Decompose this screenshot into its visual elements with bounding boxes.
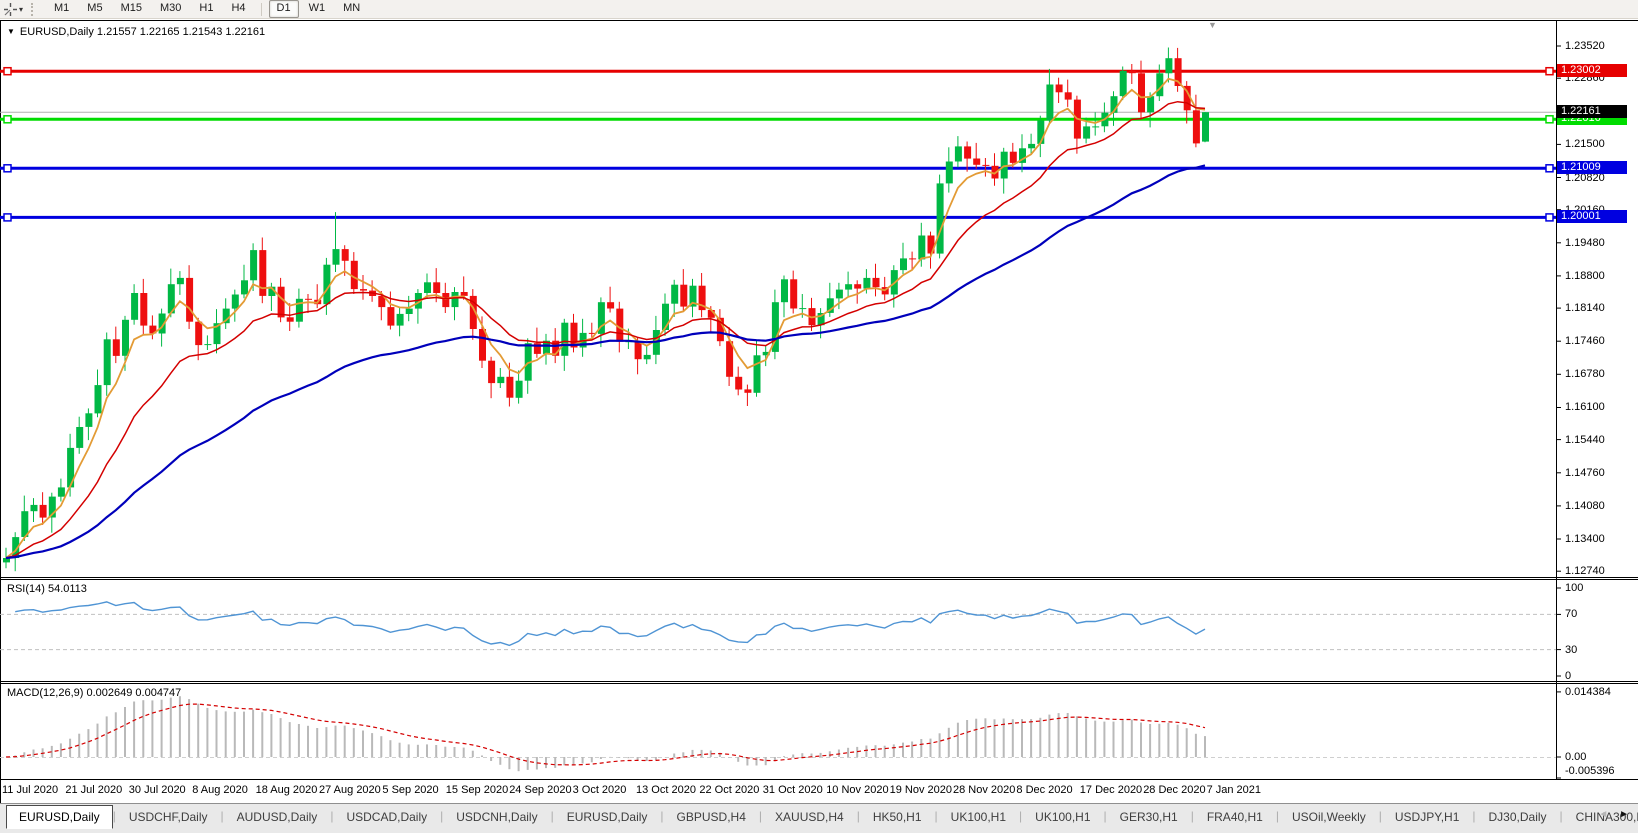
- chart-tab-bar: EURUSD,Daily | USDCHF,Daily | AUDUSD,Daily | U…: [0, 803, 1638, 833]
- timeframe-button-w1[interactable]: W1: [301, 0, 334, 18]
- macd-tick-label: 0.00: [1565, 751, 1587, 763]
- timeframe-button-h4[interactable]: H4: [223, 0, 253, 18]
- chart-tab-usdchf-daily[interactable]: USDCHF,Daily: [116, 806, 221, 829]
- timeframe-button-m1[interactable]: M1: [46, 0, 77, 18]
- date-axis-label: 7 Jan 2021: [1206, 784, 1262, 796]
- chart-tab-gbpusd-h4[interactable]: GBPUSD,H4: [664, 806, 759, 829]
- date-axis-label: 5 Sep 2020: [382, 784, 439, 796]
- date-axis-label: 8 Dec 2020: [1016, 784, 1073, 796]
- chart-tab-usoil-weekly[interactable]: USOil,Weekly: [1279, 806, 1379, 829]
- chart-title-text: EURUSD,Daily 1.21557 1.22165 1.21543 1.2…: [19, 26, 266, 38]
- date-axis-label: 28 Nov 2020: [953, 784, 1016, 796]
- price-tick-label: 1.16100: [1565, 401, 1605, 414]
- price-level-tag: 1.21009: [1557, 161, 1627, 175]
- toolbar-separator: [260, 2, 262, 16]
- chart-tab-eurusd-daily-2[interactable]: EURUSD,Daily: [554, 806, 661, 829]
- chart-tab-audusd-daily[interactable]: AUDUSD,Daily: [224, 806, 331, 829]
- chevron-down-icon[interactable]: ▾: [19, 5, 23, 14]
- rsi-indicator-label: RSI(14) 54.0113: [7, 583, 87, 595]
- timeframe-toolbar: ▾ M1 M5 M15 M30 H1 H4 D1 W1 MN: [0, 0, 1638, 19]
- rsi-tick-label: 30: [1565, 643, 1578, 656]
- price-tick-label: 1.18800: [1565, 269, 1605, 282]
- tab-scroll-arrows: ◄ ►: [1594, 809, 1633, 820]
- chart-tab-ger30-h1[interactable]: GER30,H1: [1107, 806, 1191, 829]
- mt4-window: { "icons": { "collapse_triangle": "▼", "…: [0, 0, 1638, 833]
- price-tick-label: 1.21500: [1565, 138, 1605, 151]
- date-axis-label: 3 Oct 2020: [572, 784, 627, 796]
- chart-tab-usdcnh-daily[interactable]: USDCNH,Daily: [443, 806, 550, 829]
- date-axis-label: 24 Sep 2020: [509, 784, 572, 796]
- rsi-tick-label: 100: [1565, 582, 1584, 594]
- price-tick-label: 1.23520: [1565, 40, 1605, 52]
- tab-scroll-right-icon[interactable]: ►: [1615, 809, 1633, 820]
- date-axis-label: 19 Nov 2020: [889, 784, 952, 796]
- chart-tab-uk100-h1[interactable]: UK100,H1: [1022, 806, 1103, 829]
- date-axis-label: 22 Oct 2020: [699, 784, 760, 796]
- macd-tick-label: 0.014384: [1565, 685, 1611, 698]
- price-tick-label: 1.14080: [1565, 499, 1605, 512]
- chart-canvas[interactable]: [0, 0, 1638, 833]
- date-axis-label: 8 Aug 2020: [192, 784, 248, 796]
- date-axis-label: 21 Jul 2020: [65, 784, 123, 796]
- timeframe-button-m15[interactable]: M15: [113, 0, 150, 18]
- chart-tab-usdcad-daily[interactable]: USDCAD,Daily: [333, 806, 440, 829]
- date-axis-label: 30 Jul 2020: [128, 784, 186, 796]
- price-tick-label: 1.14760: [1565, 466, 1605, 479]
- price-tick-label: 1.15440: [1565, 433, 1605, 446]
- date-axis-label: 15 Sep 2020: [445, 784, 509, 796]
- rsi-tick-label: 70: [1565, 608, 1578, 621]
- date-axis-label: 31 Oct 2020: [762, 784, 823, 796]
- chart-tab-eurusd-daily[interactable]: EURUSD,Daily: [6, 805, 113, 829]
- chart-tab-uk100-h1[interactable]: UK100,H1: [938, 806, 1019, 829]
- chart-tab-dj30-daily[interactable]: DJ30,Daily: [1476, 806, 1560, 829]
- right-shift-marker-icon[interactable]: ▼: [1208, 20, 1217, 30]
- date-axis-label: 17 Dec 2020: [1079, 784, 1143, 796]
- current-price-tag: 1.22161: [1557, 105, 1627, 119]
- macd-tick-label: -0.005396: [1565, 765, 1615, 777]
- timeframe-button-mn[interactable]: MN: [335, 0, 368, 18]
- price-tick-label: 1.13400: [1565, 533, 1605, 545]
- price-level-tag: 1.20001: [1557, 210, 1627, 224]
- macd-indicator-label: MACD(12,26,9) 0.002649 0.004747: [7, 687, 182, 699]
- chart-tab-xauusd-h4[interactable]: XAUUSD,H4: [762, 806, 857, 829]
- date-axis-label: 27 Aug 2020: [319, 784, 381, 796]
- date-axis-label: 18 Aug 2020: [255, 784, 318, 796]
- chart-tab-hk50-h1[interactable]: HK50,H1: [860, 806, 935, 829]
- timeframe-button-m30[interactable]: M30: [152, 0, 189, 18]
- date-axis-label: 10 Nov 2020: [826, 784, 889, 796]
- timeframe-button-m5[interactable]: M5: [79, 0, 110, 18]
- rsi-tick-label: 0: [1565, 670, 1572, 682]
- price-tick-label: 1.16780: [1565, 368, 1605, 381]
- timeframe-button-h1[interactable]: H1: [191, 0, 221, 18]
- date-axis-label: 13 Oct 2020: [636, 784, 696, 796]
- price-level-tag: 1.23002: [1557, 64, 1627, 78]
- chart-title: ▼ EURUSD,Daily 1.21557 1.22165 1.21543 1.…: [7, 26, 265, 38]
- chart-tab-fra40-h1[interactable]: FRA40,H1: [1194, 806, 1276, 829]
- collapse-triangle-icon[interactable]: ▼: [7, 27, 15, 36]
- chart-tab-usdjpy-h1[interactable]: USDJPY,H1: [1382, 806, 1472, 829]
- price-tick-label: 1.18140: [1565, 302, 1605, 315]
- price-tick-label: 1.19480: [1565, 236, 1605, 249]
- crosshair-cursor-icon[interactable]: [3, 2, 18, 17]
- toolbar-grip: [31, 2, 37, 16]
- price-tick-label: 1.12740: [1565, 565, 1605, 578]
- price-tick-label: 1.17460: [1565, 335, 1605, 348]
- tab-scroll-left-icon[interactable]: ◄: [1594, 809, 1612, 820]
- date-axis-label: 11 Jul 2020: [2, 784, 59, 796]
- timeframe-button-d1[interactable]: D1: [268, 0, 299, 18]
- date-axis-label: 28 Dec 2020: [1143, 784, 1206, 796]
